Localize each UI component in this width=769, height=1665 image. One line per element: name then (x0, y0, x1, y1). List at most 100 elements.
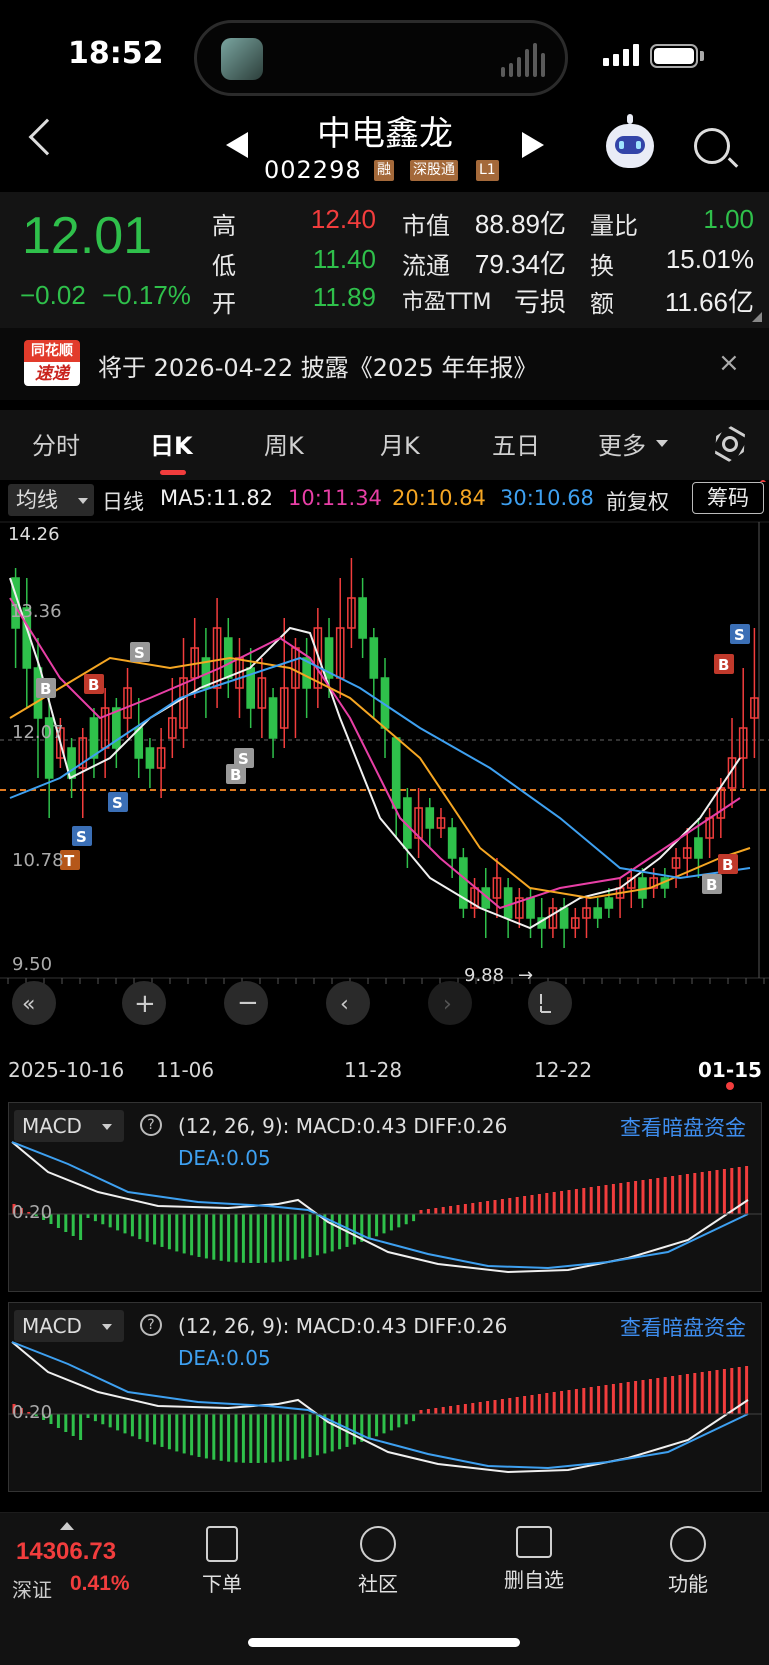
signal-mark-b: B (40, 680, 51, 698)
value-pe: 亏损 (513, 288, 566, 318)
tab-five-day[interactable]: 五日 (492, 426, 540, 461)
nav-functions[interactable]: 功能 (628, 1526, 748, 1597)
audio-wave-icon (501, 43, 545, 77)
nav-order[interactable]: 下单 (162, 1526, 282, 1597)
signal-mark-b: B (722, 856, 733, 874)
notice-text[interactable]: 将于 2026-04-22 披露《2025 年年报》 (98, 348, 537, 383)
date-label-2: 11-06 (156, 1058, 215, 1082)
last-price: 12.01 (22, 207, 153, 265)
label-volume-ratio: 量比 (590, 212, 638, 240)
price-change: −0.02 (20, 280, 86, 310)
index-change-pct: 0.41% (70, 1572, 130, 1595)
index-value[interactable]: 14306.73 (16, 1538, 116, 1566)
search-icon[interactable] (694, 128, 730, 164)
price-change-pct: −0.17% (102, 280, 191, 310)
tab-more[interactable]: 更多 (598, 426, 646, 461)
close-icon[interactable]: × (718, 348, 740, 378)
candle-body (425, 807, 435, 829)
settings-icon-center (722, 436, 738, 452)
chevron-down-icon (78, 498, 88, 504)
value-high: 12.40 (310, 204, 376, 234)
date-label-1: 2025-10-16 (8, 1058, 125, 1082)
robot-eyes (619, 141, 641, 149)
label-float-cap: 流通 (402, 252, 450, 280)
label-turnover: 换 (590, 252, 614, 280)
label-pe-ttm: 市盈TTM (402, 290, 492, 315)
nav-community-label: 社区 (358, 1572, 398, 1596)
remove-watchlist-icon (516, 1526, 552, 1558)
dynamic-island[interactable] (194, 20, 568, 96)
ma5-value: MA5:11.82 (160, 486, 274, 510)
back-icon[interactable] (28, 118, 66, 156)
tab-monthly-k[interactable]: 月K (380, 426, 420, 461)
price-label-low: 9.50 (12, 954, 52, 975)
expand-up-icon[interactable] (60, 1522, 74, 1530)
current-date-dot (726, 1082, 734, 1090)
candle-body (559, 907, 569, 929)
chevron-right-icon: › (443, 992, 452, 1017)
home-indicator[interactable] (248, 1638, 520, 1647)
candle-body (593, 907, 603, 919)
value-open: 11.89 (312, 282, 376, 312)
double-chevron-left-icon: « (22, 992, 35, 1017)
candle-body (604, 897, 614, 909)
prev-stock-icon[interactable] (226, 132, 248, 158)
nav-community[interactable]: 社区 (318, 1526, 438, 1597)
candle-body (358, 597, 367, 639)
signal-mark-s: S (112, 794, 123, 812)
diff-line (11, 1141, 749, 1274)
ma30-line (9, 656, 751, 880)
low-marker-arrow: → (518, 965, 533, 986)
label-high: 高 (212, 212, 236, 240)
signal-mark-t: T (64, 852, 75, 870)
notice-logo-top: 同花顺 (24, 340, 80, 362)
signal-mark-b: B (718, 656, 729, 674)
candle-body (503, 887, 513, 919)
expand-corner-icon[interactable] (752, 312, 762, 322)
candle-body (447, 827, 457, 859)
kline-chart[interactable]: B BSSBSTSBBSB 14.26 13.36 12.07 10.78 9.5… (0, 518, 769, 1054)
index-name: 深证 (12, 1578, 52, 1602)
adjust-mode[interactable]: 前复权 (606, 486, 669, 516)
price-label-high: 14.26 (8, 524, 60, 545)
label-amount: 额 (590, 290, 614, 318)
candle-body (391, 737, 401, 809)
status-time: 18:52 (68, 36, 164, 71)
tab-daily-k[interactable]: 日K (150, 426, 193, 461)
stock-name: 中电鑫龙 (317, 114, 453, 154)
label-low: 低 (212, 252, 236, 280)
macd-level-1: 0.20 (12, 1202, 52, 1223)
candle-body (145, 747, 155, 769)
candle-body (369, 637, 379, 679)
next-stock-icon[interactable] (522, 132, 544, 158)
minus-icon: − (237, 988, 259, 1018)
nav-order-label: 下单 (202, 1572, 242, 1596)
value-turnover: 15.01% (665, 244, 754, 274)
tag-level: L1 (476, 160, 499, 181)
candle-body (268, 697, 278, 739)
signal-mark-s: S (76, 828, 87, 846)
date-label-4: 12-22 (534, 1058, 593, 1082)
chevron-down-icon (656, 440, 668, 447)
tag-margin: 融 (374, 160, 394, 181)
candle-body (694, 837, 703, 859)
chart-controls[interactable]: « + − ‹ › (12, 981, 572, 1025)
label-open: 开 (212, 290, 236, 318)
value-market-cap: 88.89亿 (474, 209, 566, 239)
tab-intraday[interactable]: 分时 (32, 426, 80, 461)
tab-weekly-k[interactable]: 周K (264, 426, 304, 461)
notice-logo-bottom: 速递 (24, 362, 80, 386)
price-label-4: 10.78 (12, 850, 64, 871)
menu-icon (670, 1526, 706, 1562)
chevron-left-icon: ‹ (340, 992, 349, 1017)
chip-button[interactable]: 筹码 (692, 482, 764, 514)
nav-functions-label: 功能 (668, 1572, 708, 1596)
low-marker: 9.88 (464, 965, 504, 986)
nav-remove-watchlist[interactable]: 删自选 (474, 1526, 594, 1593)
plus-icon: + (134, 989, 156, 1019)
ma10-value: 10:11.34 (288, 486, 382, 510)
nav-remove-watchlist-label: 删自选 (504, 1568, 564, 1592)
notice-logo: 同花顺 速递 (24, 340, 80, 388)
value-amount: 11.66亿 (664, 287, 754, 317)
macd-chart-2: 0.20 (8, 1341, 762, 1474)
